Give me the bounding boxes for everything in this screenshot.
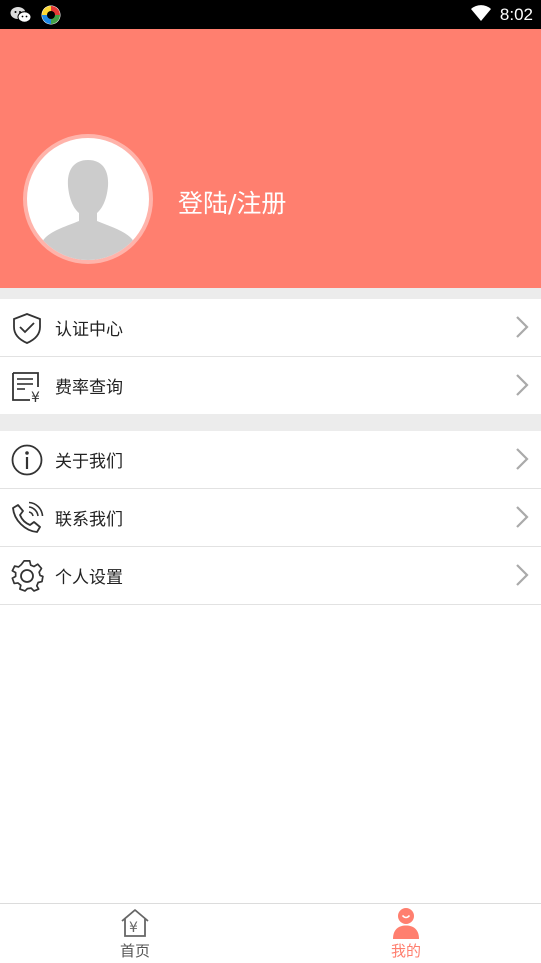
svg-text:¥: ¥ [31,390,40,403]
profile-icon [390,907,422,939]
wechat-icon [10,6,32,28]
shield-check-icon [10,311,44,345]
default-avatar-icon [39,160,137,260]
tab-mine[interactable]: 我的 [271,904,541,963]
status-bar: 8:02 [0,0,541,29]
tab-home[interactable]: ¥ 首页 [0,904,270,963]
menu-item-about-us[interactable]: 关于我们 [0,431,541,489]
chevron-right-icon [515,315,529,339]
bottom-tab-bar: ¥ 首页 我的 [0,903,541,963]
gear-icon [10,559,44,593]
section-divider [0,288,541,299]
wifi-icon [470,4,492,26]
chevron-right-icon [515,447,529,471]
app-icon [41,5,61,29]
menu-item-label: 联系我们 [55,510,123,530]
menu-item-label: 认证中心 [55,320,123,340]
menu-item-personal-settings[interactable]: 个人设置 [0,547,541,605]
menu-item-certification[interactable]: 认证中心 [0,299,541,357]
chevron-right-icon [515,505,529,529]
profile-header: 登陆/注册 [0,29,541,288]
login-register-link[interactable]: 登陆/注册 [178,184,286,220]
tab-home-label: 首页 [119,942,150,960]
info-icon [10,443,44,477]
menu-item-label: 费率查询 [55,378,123,398]
rate-receipt-icon: ¥ [10,369,44,406]
tab-mine-label: 我的 [390,942,421,960]
chevron-right-icon [515,563,529,587]
menu-item-label: 关于我们 [55,452,123,472]
menu-item-rate-query[interactable]: ¥ 费率查询 [0,357,541,415]
section-divider [0,414,541,431]
home-yuan-icon: ¥ [119,907,151,939]
menu-item-contact-us[interactable]: 联系我们 [0,489,541,547]
chevron-right-icon [515,373,529,397]
menu-item-label: 个人设置 [55,568,123,588]
phone-icon [10,501,44,535]
svg-text:¥: ¥ [129,920,138,936]
status-time: 8:02 [499,5,533,24]
avatar[interactable] [23,134,153,264]
